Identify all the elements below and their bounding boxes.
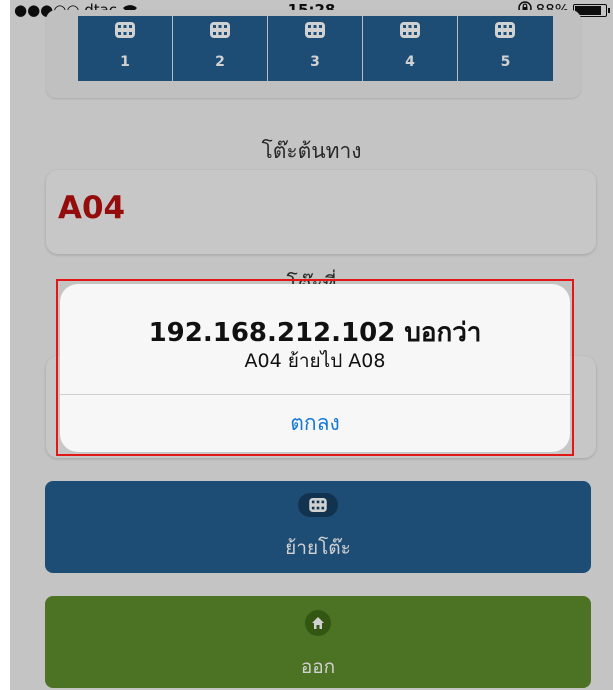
alert-message: A04 ย้ายไป A08 (244, 350, 386, 372)
alert-ok-button[interactable]: ตกลง (60, 395, 570, 452)
alert-dialog: 192.168.212.102 บอกว่า A04 ย้ายไป A08 ตก… (60, 284, 570, 452)
screen-frame (0, 0, 10, 690)
app-screen: ●●●○○ dtac 15:28 88% 1 2 (10, 0, 613, 690)
